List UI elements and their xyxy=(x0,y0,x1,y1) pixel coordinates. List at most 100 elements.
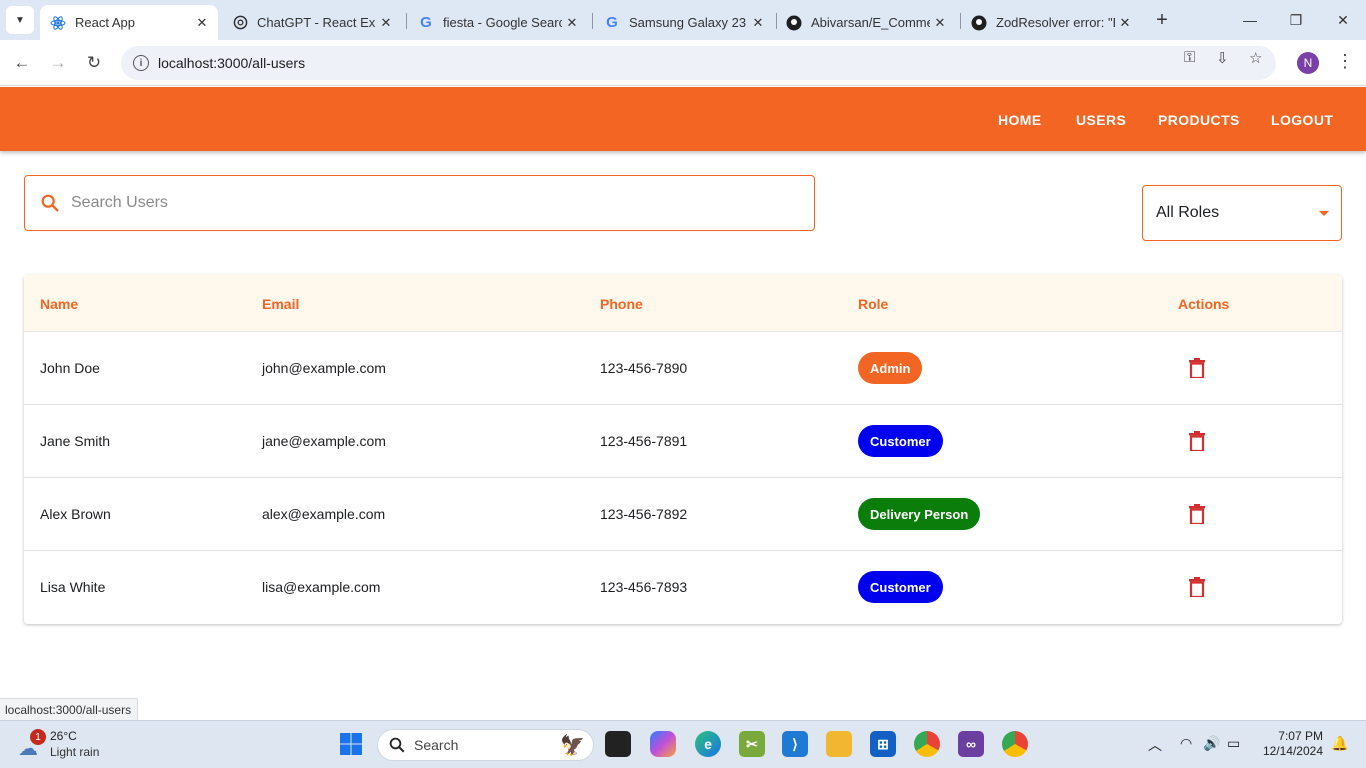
delete-trash-icon[interactable] xyxy=(1189,504,1205,524)
tab-separator xyxy=(406,13,407,29)
tab-title: Samsung Galaxy 23 in xyxy=(629,15,748,30)
taskbar-search-label: Search xyxy=(414,737,459,753)
task-view-icon[interactable] xyxy=(605,731,631,757)
new-tab-button[interactable]: + xyxy=(1150,8,1174,32)
column-header-name: Name xyxy=(40,296,79,312)
battery-icon[interactable]: ▭ xyxy=(1227,735,1240,752)
system-clock[interactable]: 7:07 PM 12/14/2024 xyxy=(1253,729,1323,759)
show-hidden-icons-chevron-icon[interactable]: ︿ xyxy=(1148,735,1162,755)
nav-logout-link[interactable]: LOGOUT xyxy=(1271,112,1333,128)
user-phone: 123-456-7893 xyxy=(600,579,688,595)
table-row: Lisa White lisa@example.com 123-456-7893… xyxy=(24,551,1342,624)
close-icon[interactable]: ✕ xyxy=(1115,15,1135,31)
windows-logo-icon xyxy=(340,733,362,755)
tab-title: React App xyxy=(75,15,135,30)
file-explorer-icon[interactable] xyxy=(826,731,852,757)
close-icon[interactable]: ✕ xyxy=(192,15,212,31)
tab-github-ecommerce[interactable]: Abivarsan/E_Commer ✕ xyxy=(776,5,956,40)
address-bar[interactable]: i localhost:3000/all-users xyxy=(121,46,1276,80)
install-app-icon[interactable]: ⇩ xyxy=(1216,49,1229,67)
chrome-profile-icon[interactable] xyxy=(1002,731,1028,757)
back-button[interactable]: ← xyxy=(10,51,34,75)
start-button[interactable] xyxy=(338,731,364,757)
minimize-button[interactable]: — xyxy=(1238,8,1262,32)
taskbar-search[interactable]: Search 🦅 xyxy=(377,729,594,761)
browser-tab-strip: ▼ React App ✕ ChatGPT - React Expe ✕ G f… xyxy=(0,0,1366,40)
notification-bell-icon[interactable]: 🔔 xyxy=(1331,735,1348,752)
close-icon: ✕ xyxy=(1337,11,1349,28)
user-name: John Doe xyxy=(40,360,100,376)
edge-browser-icon[interactable]: e xyxy=(695,731,721,757)
notification-badge: 1 xyxy=(30,729,46,745)
restore-button[interactable]: ❐ xyxy=(1284,8,1308,32)
tab-google-fiesta[interactable]: G fiesta - Google Searc ✕ xyxy=(408,5,588,40)
tab-title: ZodResolver error: "E xyxy=(996,15,1115,30)
role-filter-value: All Roles xyxy=(1156,204,1220,221)
nav-products-link[interactable]: PRODUCTS xyxy=(1158,112,1240,128)
browser-toolbar: ← → ↻ i localhost:3000/all-users ⚿ ⇩ ☆ N… xyxy=(0,40,1366,86)
column-header-phone: Phone xyxy=(600,296,643,312)
tab-google-samsung[interactable]: G Samsung Galaxy 23 in ✕ xyxy=(594,5,774,40)
tab-search-button[interactable]: ▼ xyxy=(6,6,34,34)
wifi-icon[interactable]: ◠ xyxy=(1180,735,1192,752)
chevron-down-icon: ▼ xyxy=(15,14,25,26)
volume-icon[interactable]: 🔊 xyxy=(1203,735,1220,752)
tab-title: ChatGPT - React Expe xyxy=(257,15,376,30)
microsoft-store-icon[interactable]: ⊞ xyxy=(870,731,896,757)
clock-date: 12/14/2024 xyxy=(1262,744,1323,758)
close-icon[interactable]: ✕ xyxy=(748,15,768,31)
user-email: john@example.com xyxy=(262,360,386,376)
profile-avatar[interactable]: N xyxy=(1297,52,1319,74)
table-header: Name Email Phone Role Actions xyxy=(24,275,1342,332)
clock-time: 7:07 PM xyxy=(1278,729,1323,743)
table-row: Alex Brown alex@example.com 123-456-7892… xyxy=(24,478,1342,551)
tab-separator xyxy=(592,13,593,29)
search-icon xyxy=(41,194,59,212)
close-window-button[interactable]: ✕ xyxy=(1331,8,1355,32)
role-badge: Customer xyxy=(858,425,943,457)
close-icon[interactable]: ✕ xyxy=(562,15,582,31)
snipping-tool-icon[interactable]: ✂ xyxy=(739,731,765,757)
user-phone: 123-456-7891 xyxy=(600,433,688,449)
user-email: alex@example.com xyxy=(262,506,386,522)
tab-react-app[interactable]: React App ✕ xyxy=(40,5,218,40)
delete-trash-icon[interactable] xyxy=(1189,431,1205,451)
vscode-icon[interactable]: ⟩ xyxy=(782,731,808,757)
forward-button[interactable]: → xyxy=(46,51,70,75)
weather-widget[interactable]: ☁ 1 26°C Light rain xyxy=(16,728,136,762)
search-input[interactable] xyxy=(71,194,771,212)
tab-github-zodresolver[interactable]: ZodResolver error: "E ✕ xyxy=(961,5,1141,40)
close-icon[interactable]: ✕ xyxy=(930,15,950,31)
close-icon[interactable]: ✕ xyxy=(376,15,396,31)
github-icon xyxy=(786,15,802,31)
delete-trash-icon[interactable] xyxy=(1189,358,1205,378)
role-badge: Delivery Person xyxy=(858,498,981,530)
github-icon xyxy=(971,15,987,31)
arrow-left-icon: ← xyxy=(13,53,31,72)
tab-chatgpt[interactable]: ChatGPT - React Expe ✕ xyxy=(222,5,402,40)
link-status-bar: localhost:3000/all-users xyxy=(0,698,139,720)
column-header-actions: Actions xyxy=(1178,296,1230,312)
windows-taskbar: ☁ 1 26°C Light rain Search 🦅 e ✂ ⟩ ⊞ ∞ ︿… xyxy=(0,720,1366,768)
site-info-icon[interactable]: i xyxy=(133,55,149,71)
visual-studio-icon[interactable]: ∞ xyxy=(958,731,984,757)
password-key-icon[interactable]: ⚿ xyxy=(1184,49,1195,66)
user-phone: 123-456-7892 xyxy=(600,506,688,522)
user-search-box xyxy=(24,175,815,231)
copilot-icon[interactable] xyxy=(650,731,676,757)
column-header-email: Email xyxy=(262,296,300,312)
google-icon: G xyxy=(606,14,618,31)
dropdown-caret-icon xyxy=(1319,210,1329,216)
address-url: localhost:3000/all-users xyxy=(158,55,306,71)
weather-condition: Light rain xyxy=(50,745,100,759)
chrome-icon[interactable] xyxy=(914,731,940,757)
role-filter-select[interactable]: All Roles xyxy=(1142,185,1342,241)
more-menu-icon[interactable]: ⋮ xyxy=(1336,51,1354,72)
nav-users-link[interactable]: USERS xyxy=(1076,112,1126,128)
delete-trash-icon[interactable] xyxy=(1189,577,1205,597)
nav-home-link[interactable]: HOME xyxy=(998,112,1042,128)
role-badge: Customer xyxy=(858,571,943,603)
reload-button[interactable]: ↻ xyxy=(82,51,106,75)
bookmark-star-icon[interactable]: ☆ xyxy=(1249,49,1262,67)
user-name: Jane Smith xyxy=(40,433,111,449)
